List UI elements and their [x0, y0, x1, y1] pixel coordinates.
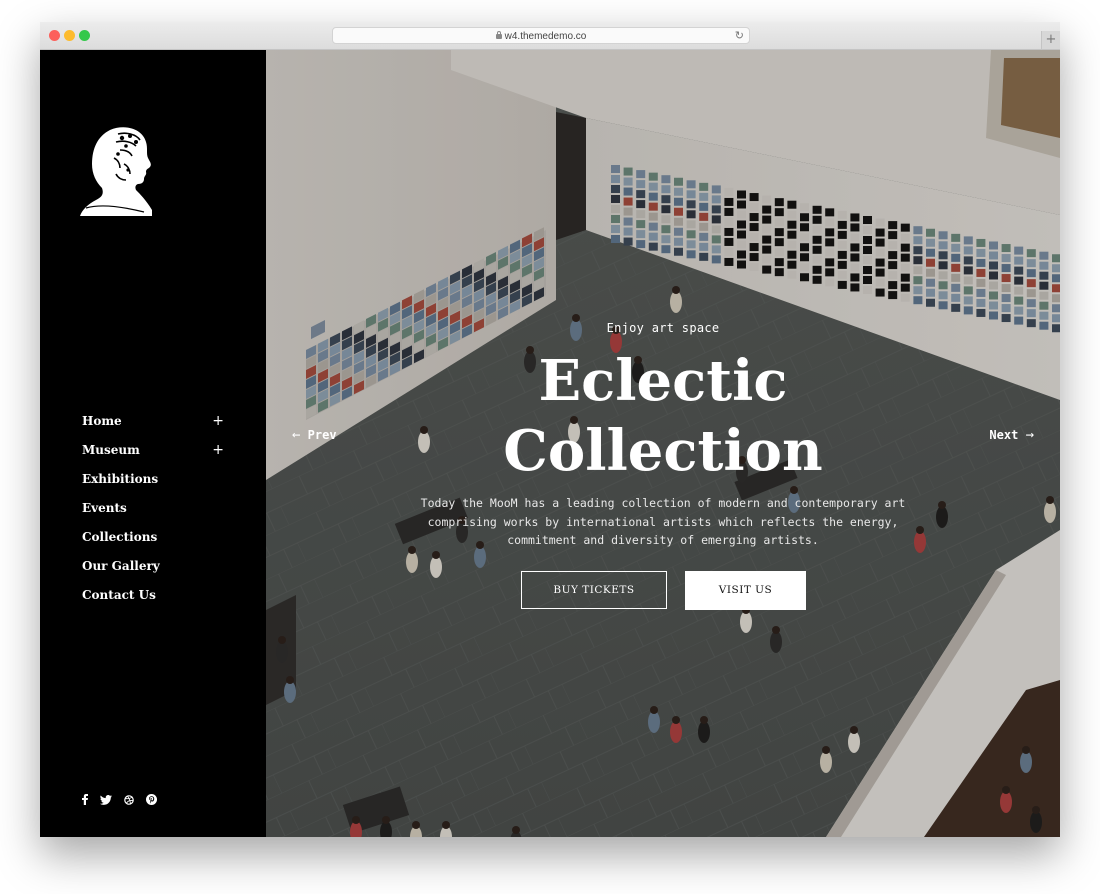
- hero-slider: ← Prev Next → Enjoy art space Eclectic C…: [266, 50, 1060, 837]
- hero-eyebrow: Enjoy art space: [606, 321, 720, 335]
- url-text: w4.themedemo.co: [504, 31, 587, 42]
- nav-item-label: Collections: [82, 529, 158, 544]
- browser-window: w4.themedemo.co ↻ + Home + Museum + Exhi…: [40, 22, 1060, 837]
- hero-title-line: Eclectic: [538, 348, 788, 414]
- minimize-window-button[interactable]: [64, 30, 75, 41]
- close-window-button[interactable]: [49, 30, 60, 41]
- nav-item-museum[interactable]: Museum +: [82, 435, 224, 464]
- nav-item-exhibitions[interactable]: Exhibitions: [82, 464, 224, 493]
- bust-statue-logo-icon[interactable]: [80, 124, 154, 216]
- social-links: [82, 794, 157, 805]
- lock-icon: [495, 31, 502, 39]
- main-nav: Home + Museum + Exhibitions Events Colle…: [82, 406, 224, 609]
- nav-item-events[interactable]: Events: [82, 493, 224, 522]
- buy-tickets-button[interactable]: BUY TICKETS: [521, 571, 667, 609]
- browser-titlebar: w4.themedemo.co ↻ +: [40, 22, 1060, 50]
- nav-item-our-gallery[interactable]: Our Gallery: [82, 551, 224, 580]
- nav-item-label: Exhibitions: [82, 471, 159, 486]
- new-tab-button[interactable]: +: [1041, 31, 1060, 49]
- hero-title-line: Collection: [503, 418, 823, 484]
- reload-icon[interactable]: ↻: [735, 28, 744, 45]
- nav-item-label: Contact Us: [82, 587, 156, 602]
- nav-item-label: Events: [82, 500, 127, 515]
- dribbble-icon[interactable]: [124, 794, 134, 805]
- maximize-window-button[interactable]: [79, 30, 90, 41]
- hero-description: Today the MooM has a leading collection …: [420, 496, 906, 547]
- nav-item-home[interactable]: Home +: [82, 406, 224, 435]
- nav-item-collections[interactable]: Collections: [82, 522, 224, 551]
- nav-item-label: Home: [82, 413, 122, 428]
- visit-us-button[interactable]: VISIT US: [685, 571, 806, 610]
- expand-plus-icon[interactable]: +: [212, 442, 224, 458]
- twitter-icon[interactable]: [100, 794, 112, 805]
- expand-plus-icon[interactable]: +: [212, 413, 224, 429]
- nav-item-contact-us[interactable]: Contact Us: [82, 580, 224, 609]
- hero-title: Eclectic Collection: [266, 346, 1060, 486]
- sidebar: Home + Museum + Exhibitions Events Colle…: [40, 50, 266, 837]
- nav-item-label: Museum: [82, 442, 140, 457]
- nav-item-label: Our Gallery: [82, 558, 160, 573]
- facebook-icon[interactable]: [82, 794, 88, 805]
- address-bar[interactable]: w4.themedemo.co ↻: [332, 27, 750, 44]
- pinterest-icon[interactable]: [146, 794, 157, 805]
